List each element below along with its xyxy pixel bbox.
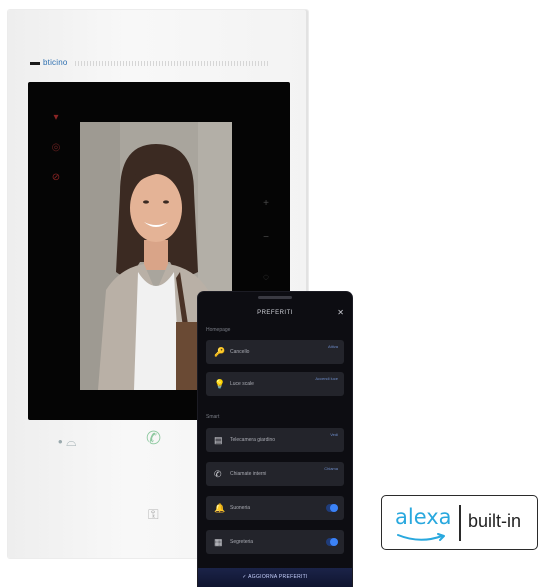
answer-indicator-icon[interactable]: • ⌓ — [58, 434, 76, 450]
ringtone-toggle[interactable] — [326, 504, 338, 512]
key-icon: 🔑 — [214, 347, 226, 357]
smartphone-app: PREFERITI ✕ Homepage 🔑 Cancello Attiva 💡… — [198, 292, 352, 587]
answering-machine-toggle[interactable] — [326, 538, 338, 546]
settings-icon[interactable]: ◎ — [50, 142, 62, 154]
card-label: Segreteria — [230, 539, 254, 545]
badge-divider — [459, 505, 461, 541]
volume-up-icon[interactable]: + — [260, 198, 272, 210]
phone-notch — [258, 296, 292, 299]
card-action[interactable]: Accendi luce — [315, 376, 338, 381]
favorite-card-intercom-call[interactable]: ✆ Chiamate interni Chiama — [206, 462, 344, 486]
card-label: Cancello — [230, 349, 250, 355]
brand-logo: bticino — [43, 58, 68, 67]
app-header: PREFERITI ✕ — [198, 306, 352, 322]
voicemail-icon: ▦ — [214, 537, 223, 547]
card-action[interactable]: Attiva — [328, 344, 338, 349]
card-action[interactable]: Vedi — [330, 432, 338, 437]
section-homepage-label: Homepage — [206, 327, 231, 333]
alexa-logo: alexa — [395, 505, 452, 529]
favorite-card-gate[interactable]: 🔑 Cancello Attiva — [206, 340, 344, 364]
alexa-smile-icon — [397, 533, 445, 541]
cycle-camera-icon[interactable]: ◌ — [260, 272, 272, 284]
close-icon[interactable]: ✕ — [337, 308, 344, 317]
camera-icon: ▤ — [214, 435, 223, 445]
page-title: PREFERITI — [257, 310, 293, 316]
favorite-card-stair-light[interactable]: 💡 Luce scale Accendi luce — [206, 372, 344, 396]
card-label: Chiamate interni — [230, 471, 267, 477]
volume-down-icon[interactable]: − — [260, 232, 272, 244]
door-key-icon[interactable]: ⚿ — [148, 506, 159, 523]
mute-icon[interactable]: ⊘ — [50, 172, 62, 184]
card-label: Suoneria — [230, 505, 251, 511]
handset-icon[interactable]: ✆ — [146, 428, 161, 449]
bell-icon: 🔔 — [214, 503, 226, 513]
brand-mark — [30, 61, 40, 65]
favorite-card-ringtone[interactable]: 🔔 Suoneria — [206, 496, 344, 520]
card-label: Luce scale — [230, 381, 254, 387]
section-smart-label: Smart — [206, 414, 220, 420]
favorite-card-garden-camera[interactable]: ▤ Telecamera giardino Vedi — [206, 428, 344, 452]
lock-icon[interactable]: ▾ — [50, 112, 62, 124]
card-label: Telecamera giardino — [230, 437, 276, 443]
lightbulb-icon: 💡 — [214, 379, 226, 389]
speaker-grille — [74, 60, 270, 66]
device-brand-strip: bticino — [30, 58, 270, 67]
phone-icon: ✆ — [214, 469, 222, 479]
update-favorites-button[interactable]: ✓ AGGIORNA PREFERITI — [198, 568, 352, 587]
built-in-label: built-in — [468, 511, 522, 531]
card-action[interactable]: Chiama — [324, 466, 338, 471]
alexa-built-in-badge: alexa built-in — [381, 495, 538, 550]
favorite-card-answering-machine[interactable]: ▦ Segreteria — [206, 530, 344, 554]
